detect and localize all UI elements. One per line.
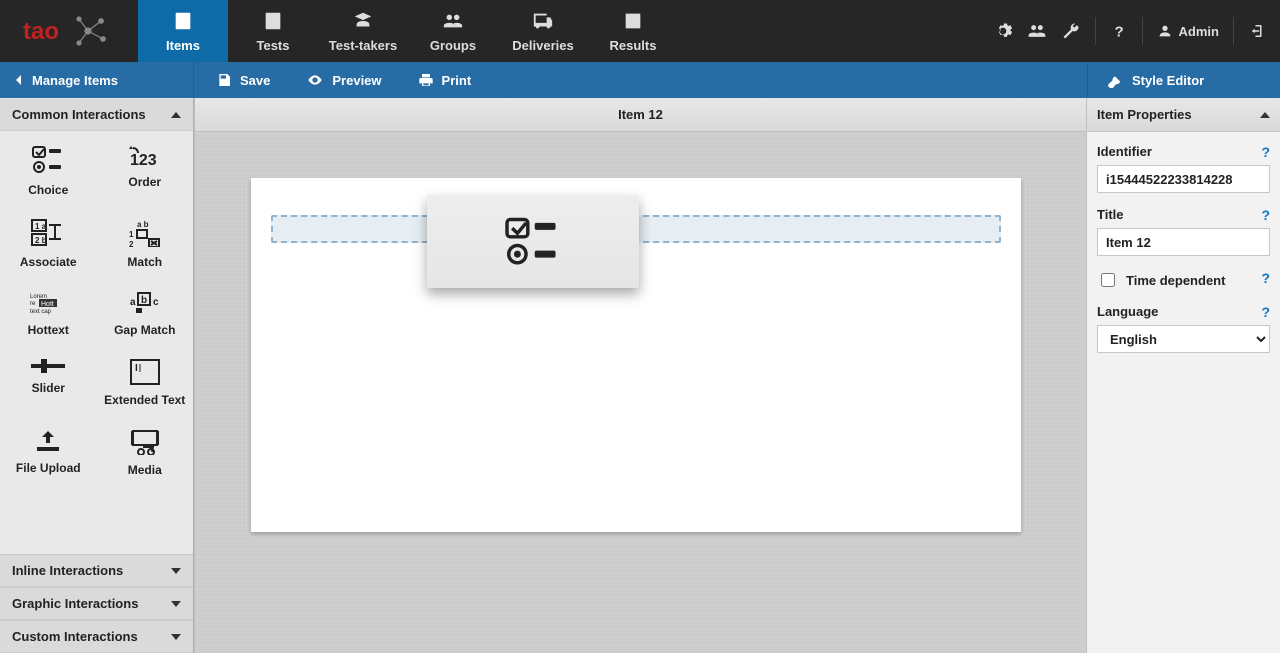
tool-match[interactable]: a b12 Match	[97, 219, 194, 269]
settings-icon[interactable]	[993, 21, 1013, 41]
tool-hottext[interactable]: LoremreHotttext cap Hottext	[0, 291, 97, 337]
preview-button[interactable]: Preview	[306, 72, 381, 88]
nav-results[interactable]: Results	[588, 0, 678, 62]
nav-test-takers[interactable]: Test-takers	[318, 0, 408, 62]
time-dependent-checkbox[interactable]	[1101, 273, 1115, 287]
style-editor-button[interactable]: Style Editor	[1087, 62, 1280, 98]
user-name: Admin	[1179, 24, 1219, 39]
tool-slider[interactable]: Slider	[0, 359, 97, 407]
chevron-down-icon	[171, 601, 181, 607]
title-input[interactable]	[1097, 228, 1270, 256]
svg-text:b: b	[141, 295, 147, 306]
item-properties-header[interactable]: Item Properties	[1087, 98, 1280, 132]
item-tab[interactable]: Item 12	[195, 98, 1086, 132]
tool-choice[interactable]: Choice	[0, 145, 97, 197]
identifier-label: Identifier	[1097, 144, 1270, 159]
chevron-up-icon	[1260, 112, 1270, 118]
help-icon[interactable]: ?	[1110, 22, 1128, 40]
svg-text:?: ?	[1114, 23, 1123, 40]
section-custom-interactions[interactable]: Custom Interactions	[0, 620, 193, 653]
section-common-interactions[interactable]: Common Interactions	[0, 98, 193, 131]
nav-tests[interactable]: Tests	[228, 0, 318, 62]
identifier-input[interactable]	[1097, 165, 1270, 193]
section-inline-interactions[interactable]: Inline Interactions	[0, 554, 193, 587]
tool-extended-text[interactable]: I Extended Text	[97, 359, 194, 407]
svg-text:2 b: 2 b	[35, 236, 47, 245]
svg-text:a: a	[130, 297, 136, 308]
svg-text:1 a: 1 a	[35, 222, 47, 231]
help-time-dependent-icon[interactable]: ?	[1261, 270, 1270, 286]
save-button[interactable]: Save	[216, 72, 270, 88]
user-menu[interactable]: Admin	[1157, 23, 1219, 39]
svg-text:re: re	[30, 301, 36, 307]
time-dependent-label: Time dependent	[1126, 273, 1225, 288]
tool-media[interactable]: Media	[97, 429, 194, 477]
help-title-icon[interactable]: ?	[1261, 207, 1270, 223]
print-button[interactable]: Print	[418, 72, 472, 88]
language-select[interactable]: English	[1097, 325, 1270, 353]
nav-deliveries[interactable]: Deliveries	[498, 0, 588, 62]
nav-items[interactable]: Items	[138, 0, 228, 62]
svg-text:a b: a b	[137, 220, 149, 229]
svg-text:text cap: text cap	[30, 309, 52, 315]
help-identifier-icon[interactable]: ?	[1261, 144, 1270, 160]
chevron-down-icon	[171, 634, 181, 640]
tool-associate[interactable]: 1 a2 b Associate	[0, 219, 97, 269]
language-label: Language	[1097, 304, 1270, 319]
nav-groups[interactable]: Groups	[408, 0, 498, 62]
chevron-up-icon	[171, 112, 181, 118]
svg-text:2: 2	[129, 240, 134, 247]
svg-text:c: c	[153, 297, 159, 308]
svg-text:Hott: Hott	[41, 301, 54, 308]
chevron-down-icon	[171, 568, 181, 574]
users-icon[interactable]	[1027, 21, 1047, 41]
editor-canvas-area: Item 12	[194, 98, 1087, 653]
section-graphic-interactions[interactable]: Graphic Interactions	[0, 587, 193, 620]
tao-logo: tao	[0, 0, 138, 62]
drag-ghost-choice[interactable]	[427, 195, 639, 288]
tool-file-upload[interactable]: File Upload	[0, 429, 97, 477]
interactions-sidebar: Common Interactions Choice 123 Order 1 a…	[0, 98, 194, 653]
svg-text:123: 123	[130, 152, 157, 167]
svg-text:I: I	[135, 363, 138, 374]
svg-text:tao: tao	[23, 18, 59, 45]
help-language-icon[interactable]: ?	[1261, 304, 1270, 320]
item-page[interactable]	[251, 178, 1021, 532]
tool-gap-match[interactable]: abc Gap Match	[97, 291, 194, 337]
manage-items-button[interactable]: Manage Items	[0, 62, 194, 98]
title-label: Title	[1097, 207, 1270, 222]
toolbar: Manage Items Save Preview Print Style Ed…	[0, 62, 1280, 98]
tool-order[interactable]: 123 Order	[97, 145, 194, 197]
svg-text:1: 1	[129, 230, 134, 239]
logout-icon[interactable]	[1248, 22, 1266, 40]
wrench-icon[interactable]	[1061, 21, 1081, 41]
top-navbar: tao Items Tests Test-takers	[0, 0, 1280, 62]
properties-sidebar: Item Properties ? Identifier ? Title ? T…	[1087, 98, 1280, 653]
topbar-right: ? Admin	[993, 0, 1280, 62]
